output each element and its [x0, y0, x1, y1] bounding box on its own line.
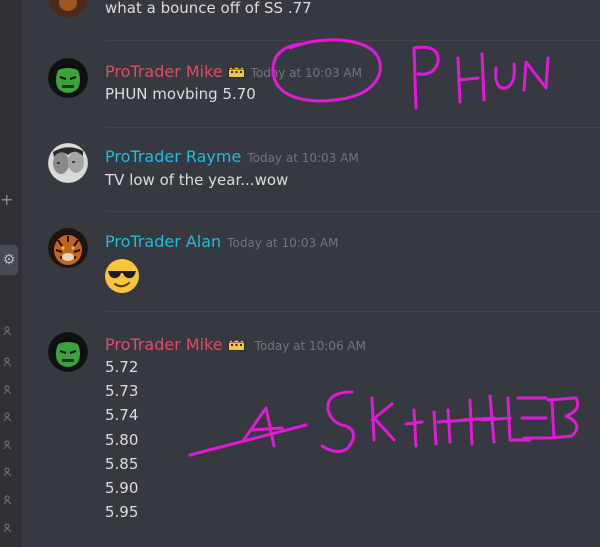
price-line: 5.80 — [105, 430, 139, 449]
message-divider — [105, 211, 600, 212]
message-divider — [105, 127, 600, 128]
avatar[interactable] — [48, 0, 88, 18]
avatar[interactable] — [48, 332, 88, 372]
member-icon[interactable] — [3, 352, 13, 367]
message-text: what a bounce off of SS .77 — [105, 0, 312, 17]
avatar[interactable] — [48, 228, 88, 268]
message-divider — [105, 311, 600, 312]
member-icon[interactable] — [3, 407, 13, 422]
timestamp: Today at 10:03 AM — [227, 236, 339, 250]
avatar[interactable] — [48, 58, 88, 98]
author-name[interactable]: ProTrader Mike — [105, 62, 223, 81]
message-list: what a bounce off of SS .77 ProTrader Mi… — [22, 0, 600, 547]
message-header: ProTrader Alan Today at 10:03 AM — [105, 232, 339, 251]
timestamp: Today at 10:03 AM — [250, 66, 362, 80]
message-header: ProTrader Mike Today at 10:03 AM — [105, 62, 362, 82]
price-line: 5.73 — [105, 382, 139, 401]
author-name[interactable]: ProTrader Alan — [105, 232, 221, 251]
crown-icon — [227, 336, 245, 355]
member-icon[interactable] — [3, 462, 13, 477]
message-divider — [105, 40, 600, 41]
message-header: ProTrader Rayme Today at 10:03 AM — [105, 147, 359, 166]
message-header: ProTrader Mike Today at 10:06 AM — [105, 335, 366, 355]
timestamp: Today at 10:03 AM — [247, 151, 359, 165]
timestamp: Today at 10:06 AM — [254, 339, 366, 353]
message-text-lines: 5.72 5.73 5.74 5.80 5.85 5.90 5.95 — [105, 355, 138, 524]
member-icon[interactable] — [3, 435, 13, 450]
sunglasses-emoji-icon[interactable] — [104, 258, 140, 294]
crown-icon — [227, 63, 245, 82]
price-line: 5.95 — [105, 503, 139, 522]
author-name[interactable]: ProTrader Rayme — [105, 147, 241, 166]
message-text: PHUN movbing 5.70 — [105, 85, 256, 103]
member-icon[interactable] — [3, 490, 13, 505]
price-line: 5.72 — [105, 358, 139, 376]
avatar[interactable] — [48, 143, 88, 183]
price-line: 5.85 — [105, 454, 139, 473]
author-name[interactable]: ProTrader Mike — [105, 335, 223, 354]
member-icon[interactable] — [3, 321, 13, 336]
add-icon[interactable]: + — [0, 190, 13, 209]
price-line: 5.90 — [105, 479, 139, 498]
message-text: TV low of the year...wow — [105, 171, 289, 189]
member-icon[interactable] — [3, 380, 13, 395]
member-icon[interactable] — [3, 518, 13, 533]
settings-gear-icon[interactable]: ⚙ — [0, 245, 18, 275]
price-line: 5.74 — [105, 406, 139, 425]
